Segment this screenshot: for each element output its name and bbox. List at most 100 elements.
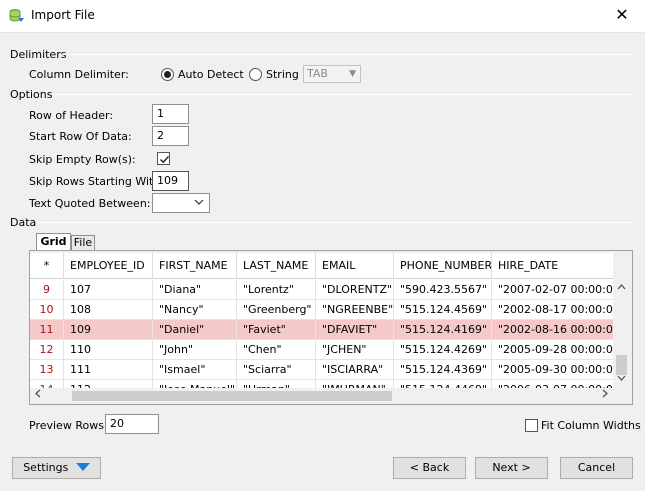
table-cell: "DLORENTZ" [316,280,394,300]
table-cell: "Greenberg" [237,300,316,320]
column-header[interactable]: HIRE_DATE [492,253,613,279]
table-cell: 112 [64,380,153,388]
scroll-right-icon[interactable] [602,389,608,401]
text-quoted-label: Text Quoted Between: [29,197,151,210]
string-delimiter-combo[interactable]: TAB ▼ [303,65,361,83]
row-number: 14 [30,380,64,388]
table-cell: "John" [153,340,237,360]
row-number: 13 [30,360,64,380]
skip-starting-input[interactable]: 109 [152,171,189,191]
table-cell: "2005-09-30 00:00:00" [498,363,613,376]
chevron-down-icon [75,458,90,478]
table-cell: "Nancy" [153,300,237,320]
data-grid[interactable]: * EMPLOYEE_ID FIRST_NAME LAST_NAME EMAIL… [30,253,613,388]
skip-empty-checkbox[interactable] [157,152,170,165]
table-row[interactable]: 13 111 "Ismael" "Sciarra" "ISCIARRA" "51… [30,360,613,380]
auto-detect-radio[interactable] [161,68,174,81]
table-cell: "515.124.4369" [394,360,492,380]
column-header[interactable]: FIRST_NAME [153,253,237,279]
database-import-icon [9,8,25,24]
table-cell: 107 [64,280,153,300]
table-cell: 111 [64,360,153,380]
delimiters-separator [62,54,634,55]
options-section-label: Options [10,88,53,101]
grid-corner: * [30,253,64,279]
table-cell: "515.124.4169" [394,320,492,340]
data-separator [38,222,634,223]
column-header[interactable]: PHONE_NUMBER [394,253,492,279]
row-number: 10 [30,300,64,320]
tab-grid[interactable]: Grid [36,233,71,251]
table-cell: "Chen" [237,340,316,360]
table-cell: "JCHEN" [316,340,394,360]
table-cell: "JMURMAN" [316,380,394,388]
data-section-label: Data [10,216,37,229]
vertical-scroll-thumb[interactable] [616,355,627,375]
horizontal-scroll-thumb[interactable] [72,391,392,401]
settings-button[interactable]: Settings [12,457,101,479]
table-row[interactable]: 10 108 "Nancy" "Greenberg" "NGREENBE" "5… [30,300,613,320]
close-button[interactable]: ✕ [605,4,639,28]
table-cell: "Daniel" [153,320,237,340]
scroll-up-icon[interactable] [617,283,626,293]
chevron-down-icon: ▼ [349,69,356,79]
string-label[interactable]: String [266,68,299,81]
window-title: Import File [31,8,95,22]
options-separator [52,94,634,95]
skip-starting-label: Skip Rows Starting With: [29,175,165,188]
table-cell: "2002-08-17 00:00:00" [498,303,613,316]
fit-column-widths-checkbox[interactable] [525,419,538,432]
close-icon: ✕ [615,5,629,24]
preview-rows-input[interactable]: 20 [105,414,159,434]
table-cell: 110 [64,340,153,360]
dialog-body: Delimiters Column Delimiter: Auto Detect… [0,32,645,491]
column-header[interactable]: EMPLOYEE_ID [64,253,153,279]
table-row[interactable]: 9 107 "Diana" "Lorentz" "DLORENTZ" "590.… [30,280,613,300]
checkmark-icon [160,156,170,164]
table-cell: "Diana" [153,280,237,300]
preview-rows-label: Preview Rows: [29,419,108,432]
cancel-button[interactable]: Cancel [560,457,633,479]
grid-header: * EMPLOYEE_ID FIRST_NAME LAST_NAME EMAIL… [30,253,613,279]
grid-horizontal-scrollbar[interactable] [30,388,613,404]
fit-column-widths-label[interactable]: Fit Column Widths [541,419,641,432]
column-delimiter-label: Column Delimiter: [29,68,129,81]
scroll-left-icon[interactable] [35,389,41,401]
table-cell: "590.423.5567" [394,280,492,300]
table-cell: "2007-02-07 00:00:00" [498,283,613,296]
row-of-header-input[interactable]: 1 [152,104,189,124]
table-cell: "2005-09-28 00:00:00" [498,343,613,356]
back-button[interactable]: < Back [393,457,466,479]
next-button[interactable]: Next > [475,457,548,479]
tab-file[interactable]: File [71,235,95,251]
table-cell: 109 [64,320,153,340]
grid-vertical-scrollbar[interactable] [613,253,630,404]
scroll-down-icon[interactable] [617,374,626,384]
table-cell: "Urman" [237,380,316,388]
table-cell: "Ismael" [153,360,237,380]
column-header[interactable]: EMAIL [316,253,394,279]
row-number: 12 [30,340,64,360]
start-row-label: Start Row Of Data: [29,130,132,143]
string-delimiter-value: TAB [307,67,328,80]
delimiters-section-label: Delimiters [10,48,67,61]
auto-detect-label[interactable]: Auto Detect [178,68,244,81]
table-row-highlighted[interactable]: 11 109 "Daniel" "Faviet" "DFAVIET" "515.… [30,320,613,340]
skip-empty-label: Skip Empty Row(s): [29,153,136,166]
table-cell: 108 [64,300,153,320]
row-of-header-label: Row of Header: [29,109,114,122]
table-cell: "515.124.4269" [394,340,492,360]
table-cell: "Lorentz" [237,280,316,300]
table-cell: "NGREENBE" [316,300,394,320]
table-row[interactable]: 12 110 "John" "Chen" "JCHEN" "515.124.42… [30,340,613,360]
string-radio[interactable] [249,68,262,81]
table-cell: "Faviet" [237,320,316,340]
column-header[interactable]: LAST_NAME [237,253,316,279]
start-row-input[interactable]: 2 [152,126,189,146]
table-cell: "Sciarra" [237,360,316,380]
table-row[interactable]: 14 112 "Jose Manuel" "Urman" "JMURMAN" "… [30,380,613,388]
table-cell: "DFAVIET" [316,320,394,340]
text-quoted-combo[interactable] [152,193,210,213]
settings-label: Settings [23,461,69,474]
row-number: 11 [30,320,64,340]
